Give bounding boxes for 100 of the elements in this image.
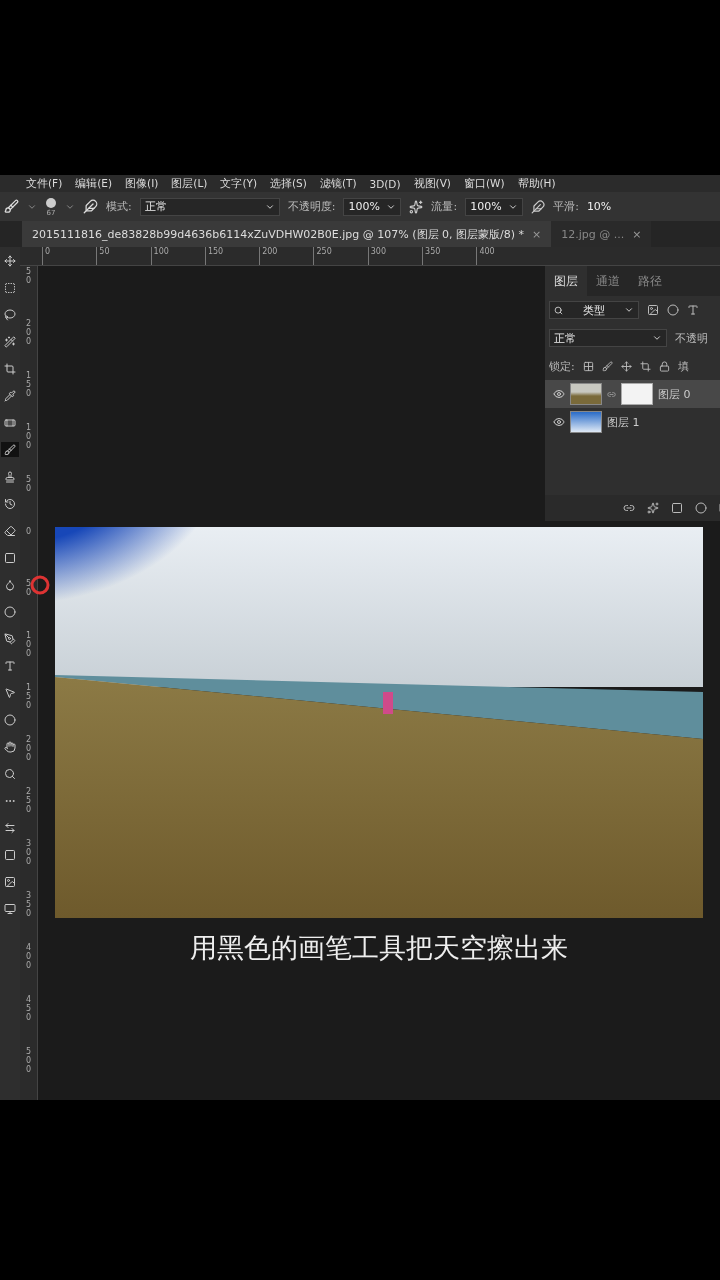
layer-name: 图层 1 xyxy=(607,414,640,430)
lasso-icon xyxy=(4,308,16,321)
document-tab[interactable]: 12.jpg @ ... × xyxy=(551,221,652,247)
hand-icon xyxy=(4,740,16,753)
link-icon xyxy=(607,389,616,399)
ruler-label: 250 xyxy=(24,788,33,816)
caption-text: 用黑色的画笔工具把天空擦出来 xyxy=(189,931,569,965)
ruler-label: 0 xyxy=(24,528,33,538)
panel-tab[interactable]: 图层 xyxy=(545,266,587,296)
move-icon xyxy=(4,254,16,267)
opacity-label: 不透明 xyxy=(675,330,708,346)
layer-thumbnail xyxy=(570,383,602,405)
ruler-label: 400 xyxy=(476,247,531,265)
brush-tip-icon[interactable] xyxy=(45,196,57,209)
menu-item[interactable]: 图像(I) xyxy=(125,176,159,191)
ruler-label: 350 xyxy=(422,247,477,265)
menu-item[interactable]: 帮助(H) xyxy=(517,176,556,191)
brush-icon xyxy=(4,443,16,456)
ellipse-icon xyxy=(4,713,16,726)
ruler-label: 500 xyxy=(24,1048,33,1076)
ruler-label: 200 xyxy=(24,320,33,348)
link-icon[interactable] xyxy=(623,502,635,514)
ruler-label: 450 xyxy=(24,996,33,1024)
tool-button[interactable] xyxy=(1,523,19,538)
wand-icon xyxy=(4,335,16,348)
tool-button[interactable] xyxy=(1,712,19,727)
panel-tab[interactable]: 通道 xyxy=(587,266,629,296)
pen-icon xyxy=(4,632,16,645)
lock-label: 锁定: xyxy=(549,358,575,374)
menu-item[interactable]: 窗口(W) xyxy=(463,176,505,191)
document-tab[interactable]: 2015111816_de83828b99d4636b6114xZuVDHW02B0E.jpg @ 107% (图层 0, 图层蒙版/8) * × xyxy=(22,221,552,247)
bandage-icon xyxy=(4,416,16,429)
menu-item[interactable]: 图层(L) xyxy=(171,176,208,191)
panel-tab[interactable]: 路径 xyxy=(629,266,671,296)
menu-item[interactable]: 文件(F) xyxy=(26,176,63,191)
tool-button[interactable] xyxy=(1,901,19,916)
mode-label: 模式: xyxy=(106,199,132,214)
chevron-icon xyxy=(652,333,662,343)
menu-item[interactable]: 文字(Y) xyxy=(220,176,257,191)
move-icon[interactable] xyxy=(620,360,632,372)
eraser-icon xyxy=(4,524,16,537)
flow-field[interactable]: 100% xyxy=(465,197,524,216)
drop-icon xyxy=(4,578,16,591)
close-button[interactable]: × xyxy=(632,227,642,241)
type-filter-icon[interactable] xyxy=(687,304,699,316)
ruler-label: 50 xyxy=(24,476,33,495)
dashed-square-icon xyxy=(4,281,16,294)
ruler-label: 150 xyxy=(24,684,33,712)
opacity-label: 不透明度: xyxy=(287,199,336,214)
crop-icon[interactable] xyxy=(639,360,651,372)
brush-icon[interactable] xyxy=(4,199,19,214)
square-icon xyxy=(4,551,16,564)
ruler-label: 400 xyxy=(24,944,33,972)
tool-button[interactable] xyxy=(1,334,19,349)
pointer-icon xyxy=(4,686,16,699)
lock-icon[interactable] xyxy=(658,360,670,372)
menu-item[interactable]: 3D(D) xyxy=(369,177,401,190)
ruler-label: 50 xyxy=(24,268,33,287)
menu-item[interactable]: 选择(S) xyxy=(270,176,307,191)
ruler-label: 300 xyxy=(24,840,33,868)
brush-icon[interactable] xyxy=(601,360,613,372)
brush-cursor-icon xyxy=(29,574,51,596)
menu-item[interactable]: 编辑(E) xyxy=(75,176,113,191)
monitor-icon xyxy=(4,902,16,915)
mode-dropdown[interactable]: 正常 xyxy=(139,197,280,216)
layer-thumbnail xyxy=(570,411,602,433)
layer-row[interactable]: 图层 0 xyxy=(545,380,720,408)
search-icon xyxy=(4,767,16,780)
opacity-field[interactable]: 100% xyxy=(343,197,402,216)
ruler-label: 50 xyxy=(24,580,33,599)
ruler-label: 200 xyxy=(259,247,314,265)
filter-dropdown[interactable]: 类型 xyxy=(549,301,639,319)
chevron-icon xyxy=(624,305,634,315)
crop-icon xyxy=(4,362,16,375)
smooth-value[interactable]: 10% xyxy=(586,200,612,213)
blend-mode-dropdown[interactable]: 正常 xyxy=(549,329,667,347)
close-button[interactable]: × xyxy=(532,227,542,241)
smooth-label: 平滑: xyxy=(553,199,579,214)
type-icon xyxy=(4,659,16,672)
image-filter-icon[interactable] xyxy=(647,304,659,316)
search-icon xyxy=(554,305,563,315)
fill-label: 填 xyxy=(677,358,689,374)
layer-row[interactable]: 图层 1 xyxy=(545,408,720,436)
history-icon xyxy=(4,497,16,510)
tool-button[interactable] xyxy=(1,739,19,754)
eye-icon[interactable] xyxy=(553,416,565,428)
ruler-label: 50 xyxy=(96,247,151,265)
menu-item[interactable]: 滤镜(T) xyxy=(319,176,357,191)
ruler-label: 100 xyxy=(24,632,33,660)
eye-icon[interactable] xyxy=(553,388,565,400)
ruler-label: 100 xyxy=(24,424,33,452)
swap-arrows-icon xyxy=(4,821,16,834)
tool-button[interactable] xyxy=(1,442,19,457)
tool-button[interactable] xyxy=(1,604,19,619)
flow-label: 流量: xyxy=(431,199,458,214)
menu-item[interactable]: 视图(V) xyxy=(413,176,451,191)
eyedropper-icon xyxy=(4,389,16,402)
ruler-label: 300 xyxy=(367,247,423,265)
ruler-label: 0 xyxy=(42,247,97,265)
tool-button[interactable] xyxy=(1,307,19,322)
